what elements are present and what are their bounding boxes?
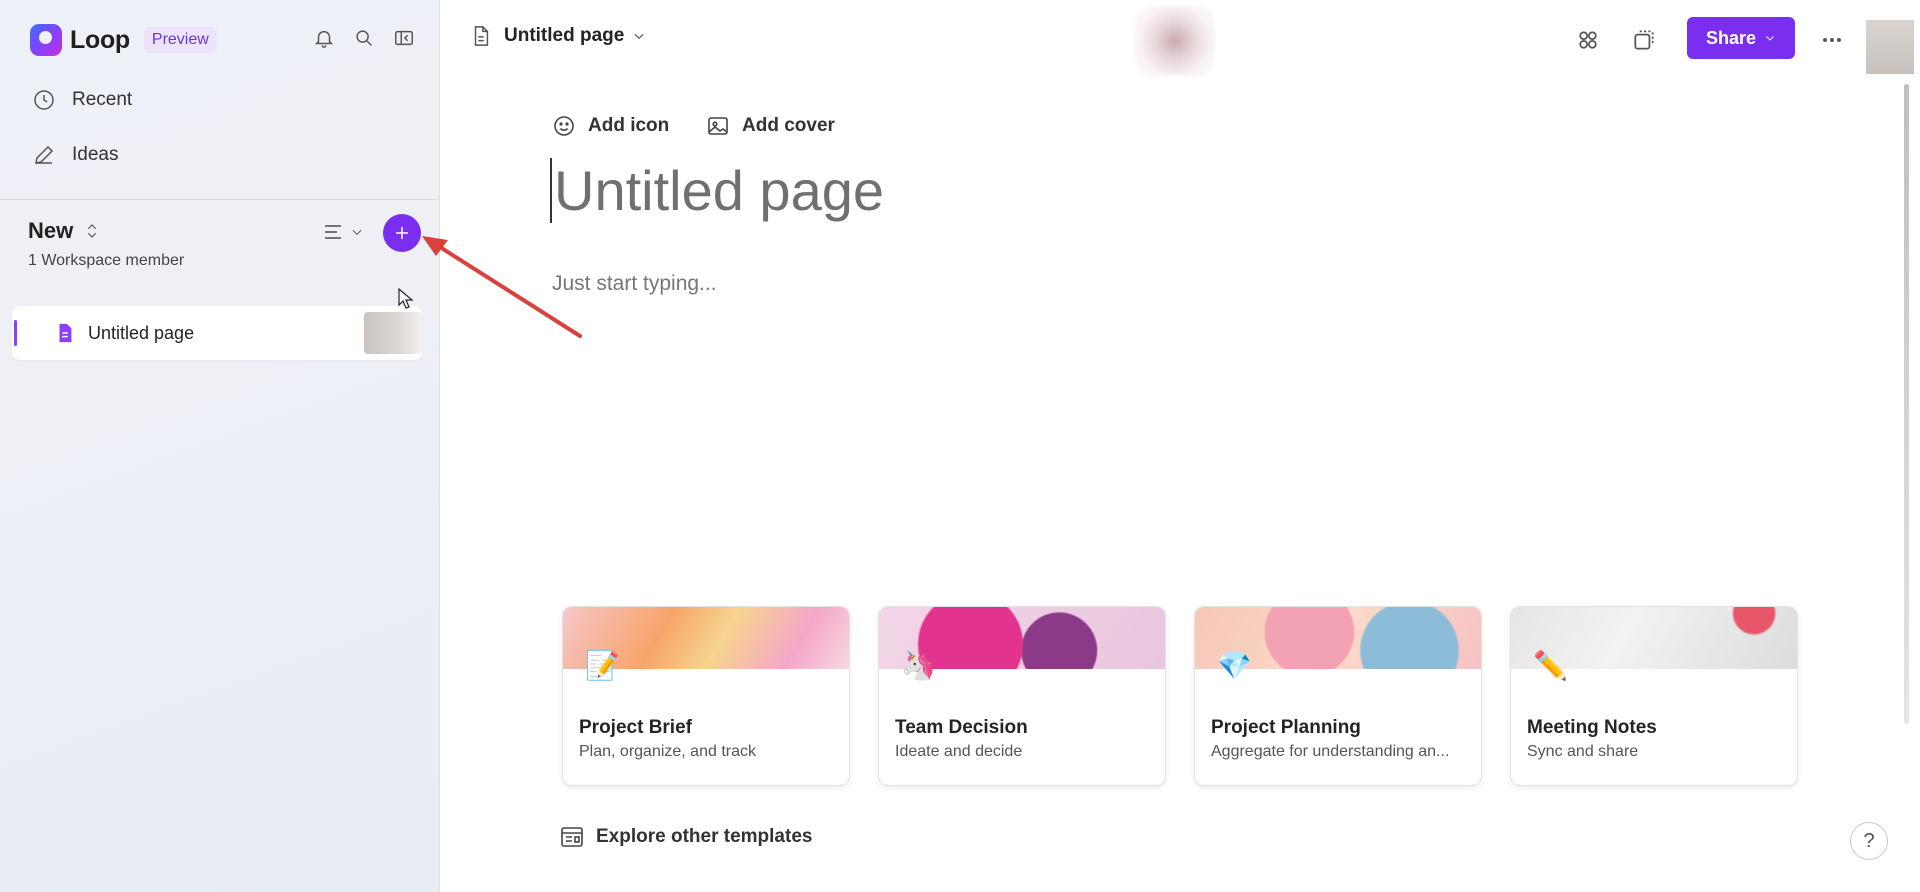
- workspace-switcher[interactable]: New: [28, 218, 101, 244]
- page-item-label: Untitled page: [88, 322, 195, 343]
- sort-menu-button[interactable]: [322, 220, 364, 244]
- clock-icon: [34, 90, 54, 110]
- page-breadcrumb[interactable]: Untitled page: [470, 24, 646, 48]
- template-emoji-icon: 📝: [585, 649, 620, 682]
- components-icon[interactable]: [1574, 26, 1602, 54]
- help-button[interactable]: ?: [1850, 822, 1888, 860]
- add-cover-label: Add cover: [742, 115, 835, 136]
- smiley-icon: [554, 116, 574, 136]
- chevron-down-icon: [352, 229, 362, 235]
- page-title-field[interactable]: Untitled page: [550, 158, 884, 223]
- template-title: Project Planning: [1211, 717, 1361, 738]
- add-icon-label: Add icon: [588, 115, 670, 136]
- topbar-page-title: Untitled page: [504, 25, 625, 46]
- mouse-cursor-icon: [398, 288, 414, 309]
- template-card-project-brief[interactable]: 📝 Project Brief Plan, organize, and trac…: [562, 606, 850, 786]
- template-subtitle: Plan, organize, and track: [579, 743, 756, 760]
- explore-templates-link[interactable]: Explore other templates: [560, 826, 812, 848]
- chevron-down-icon: [634, 33, 644, 40]
- plus-icon: [396, 227, 408, 239]
- document-icon: [59, 323, 72, 343]
- workspace-name: New: [28, 218, 74, 243]
- more-options-icon[interactable]: [1818, 26, 1846, 54]
- template-emoji-icon: 💎: [1217, 649, 1252, 682]
- loop-logo-icon: [30, 24, 62, 56]
- workspace-member-count[interactable]: 1 Workspace member: [28, 252, 184, 270]
- template-subtitle: Ideate and decide: [895, 743, 1023, 760]
- collapse-sidebar-icon[interactable]: [392, 26, 416, 50]
- template-card-project-planning[interactable]: 💎 Project Planning Aggregate for underst…: [1194, 606, 1482, 786]
- active-indicator: [14, 320, 17, 346]
- list-sort-icon: [325, 225, 341, 239]
- bell-icon[interactable]: [312, 26, 336, 50]
- share-label: Share: [1705, 27, 1757, 48]
- sidebar-item-label: Ideas: [72, 144, 119, 165]
- chevron-up-down-icon: [88, 224, 97, 238]
- search-icon[interactable]: [352, 26, 376, 50]
- template-card-team-decision[interactable]: 🦄 Team Decision Ideate and decide: [878, 606, 1166, 786]
- sidebar: Loop Preview Recent Ideas New 1 Workspac…: [0, 0, 440, 892]
- sidebar-divider: [0, 199, 440, 200]
- template-emoji-icon: ✏️: [1533, 649, 1568, 682]
- template-subtitle: Sync and share: [1527, 743, 1639, 760]
- template-emoji-icon: 🦄: [901, 649, 936, 682]
- add-cover-button[interactable]: Add cover: [706, 114, 835, 138]
- template-title: Team Decision: [895, 717, 1028, 738]
- sidebar-page-untitled[interactable]: Untitled page: [12, 306, 422, 360]
- page-thumbnail: [364, 312, 422, 354]
- template-title: Project Brief: [579, 717, 692, 738]
- template-card-meeting-notes[interactable]: ✏️ Meeting Notes Sync and share: [1510, 606, 1798, 786]
- app-name: Loop: [70, 25, 130, 54]
- collaborator-avatar[interactable]: [1135, 6, 1215, 76]
- chevron-down-icon: [1766, 36, 1774, 41]
- template-subtitle: Aggregate for understanding an...: [1211, 743, 1450, 760]
- preview-badge: Preview: [143, 27, 217, 53]
- sidebar-toolbar: [312, 26, 416, 50]
- document-icon: [474, 26, 489, 46]
- template-title: Meeting Notes: [1527, 717, 1657, 738]
- sidebar-item-recent[interactable]: Recent: [32, 83, 132, 117]
- add-page-button[interactable]: [383, 214, 421, 252]
- add-icon-button[interactable]: Add icon: [552, 114, 669, 138]
- share-button[interactable]: Share: [1687, 17, 1795, 59]
- app-brand[interactable]: Loop Preview: [30, 22, 217, 58]
- vertical-scrollbar[interactable]: [1904, 84, 1909, 724]
- templates-icon: [561, 827, 583, 847]
- page-body-field[interactable]: Just start typing...: [552, 272, 717, 296]
- copy-component-icon[interactable]: [1630, 26, 1658, 54]
- explore-templates-label: Explore other templates: [596, 826, 813, 847]
- sidebar-item-ideas[interactable]: Ideas: [32, 138, 118, 172]
- user-avatar[interactable]: [1866, 20, 1914, 74]
- pencil-icon: [35, 145, 54, 164]
- sidebar-item-label: Recent: [72, 89, 133, 110]
- image-icon: [708, 117, 728, 135]
